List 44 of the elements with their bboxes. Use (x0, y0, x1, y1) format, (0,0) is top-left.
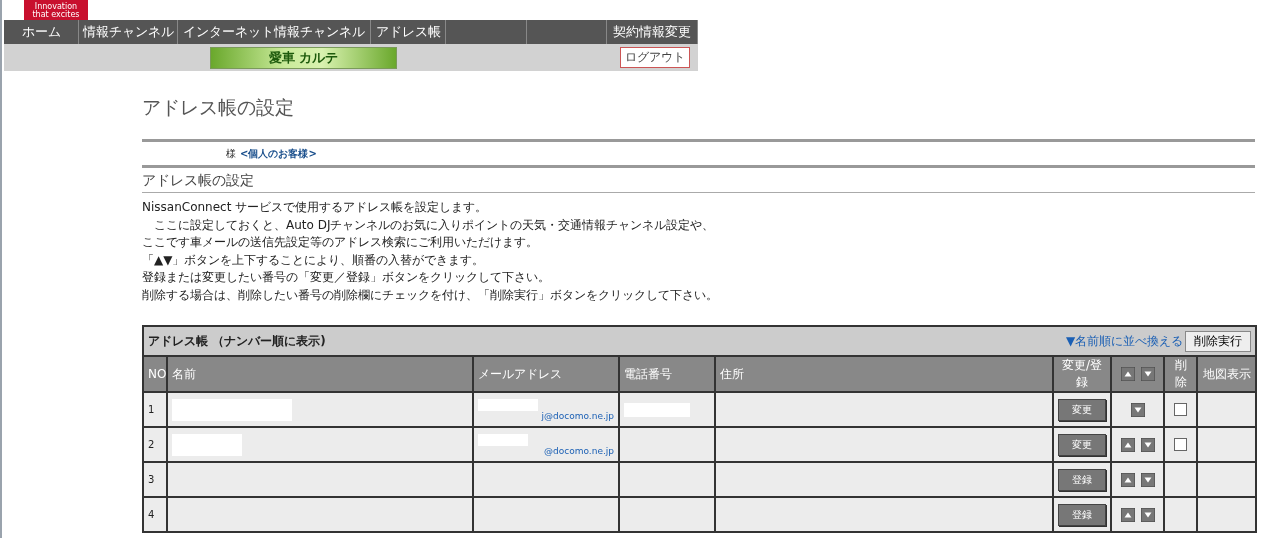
column-header: 地図表示 (1197, 356, 1257, 392)
delete-checkbox[interactable] (1174, 438, 1187, 451)
down-arrow-button[interactable] (1140, 507, 1155, 522)
page-title: アドレス帳の設定 (142, 95, 295, 120)
action-button[interactable]: 登録 (1058, 468, 1106, 491)
down-arrow-button[interactable] (1140, 437, 1155, 452)
table-cell: 1 (143, 392, 167, 427)
table-cell: 3 (143, 462, 167, 497)
up-arrow-button[interactable] (1120, 367, 1135, 381)
description-line: ここです車メールの送信先設定等のアドレス検索にご利用いただけます。 (142, 234, 539, 252)
column-header: 名前 (167, 356, 473, 392)
sort-link[interactable]: ▼名前順に並べ換える (1065, 332, 1184, 350)
action-button[interactable]: 登録 (1058, 503, 1106, 526)
column-header: NO (143, 356, 167, 392)
customer-honorific: 様 (226, 146, 236, 161)
delete-checkbox[interactable] (1174, 403, 1187, 416)
up-arrow-button[interactable] (1120, 507, 1135, 522)
section-title: アドレス帳の設定 (142, 168, 1255, 193)
description-line: 登録または変更したい番号の「変更／登録」ボタンをクリックして下さい。 (142, 269, 551, 287)
table-title: アドレス帳 （ナンバー順に表示) (148, 332, 326, 350)
logout-button[interactable]: ログアウト (620, 47, 690, 68)
column-header: 電話番号 (619, 356, 715, 392)
down-arrow-button[interactable] (1140, 367, 1155, 381)
logo: Innovation that excites (24, 0, 88, 20)
down-arrow-button[interactable] (1130, 402, 1145, 417)
up-arrow-button[interactable] (1120, 472, 1135, 487)
action-button[interactable]: 変更 (1058, 433, 1106, 456)
table-cell: 2 (143, 427, 167, 462)
delete-button[interactable]: 削除実行 (1185, 330, 1252, 352)
down-arrow-button[interactable] (1140, 472, 1155, 487)
table-cell: 4 (143, 497, 167, 532)
column-header: メールアドレス (473, 356, 619, 392)
customer-category: <個人のお客様> (240, 146, 317, 161)
up-arrow-button[interactable] (1120, 437, 1135, 452)
column-header: 住所 (715, 356, 1053, 392)
action-button[interactable]: 変更 (1058, 398, 1106, 421)
description-line: NissanConnect サービスで使用するアドレス帳を設定します。 (142, 199, 489, 216)
email-address[interactable]: @docomo.ne.jp (544, 445, 614, 456)
description-line: 「▲▼」ボタンを上下することにより、順番の入替ができます。 (142, 251, 486, 269)
column-header: 変更/登録 (1053, 356, 1111, 392)
email-address[interactable]: j@docomo.ne.jp (541, 410, 614, 421)
description-line: ここに設定しておくと、Auto DJチャンネルのお気に入りポイントの天気・交通情報チャンネル設定や、 (153, 216, 716, 234)
banner[interactable]: 愛車 カルテ (210, 46, 397, 69)
description-line: 削除する場合は、削除したい番号の削除欄にチェックを付け、「削除実行」ボタンをクリックして下さい。 (142, 286, 719, 304)
